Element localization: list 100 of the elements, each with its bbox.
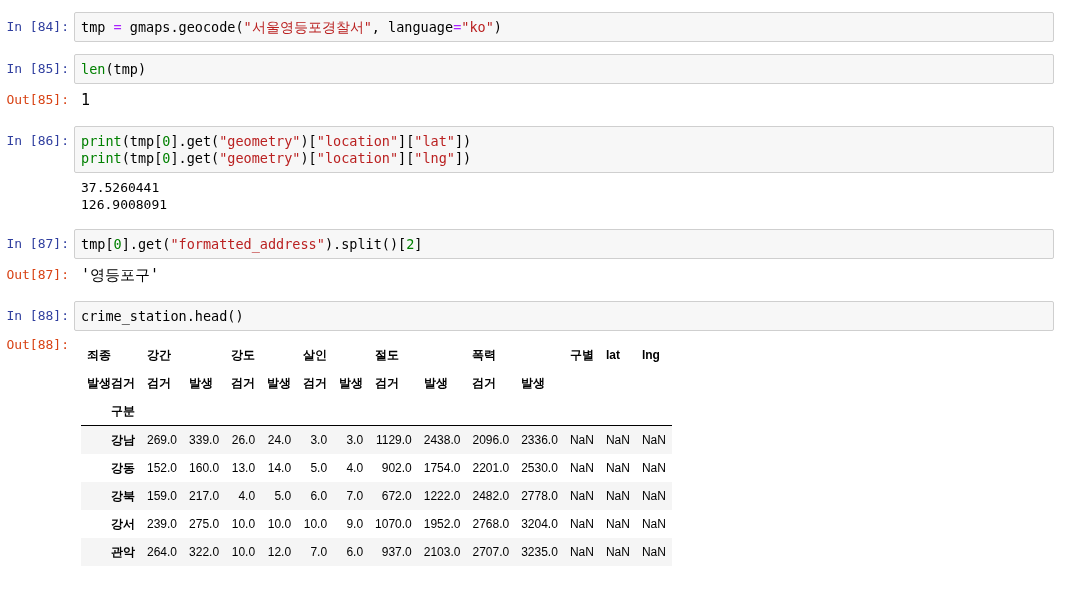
table-cell: 1754.0 bbox=[423, 461, 461, 475]
code-line: tmp = gmaps.geocode("서울영등포경찰서", language="ko") bbox=[81, 19, 502, 36]
column-header: 강도 bbox=[231, 347, 256, 362]
output-prompt: Out[88]: bbox=[6, 337, 69, 352]
table-cell: NaN bbox=[569, 517, 594, 531]
column-header: 발생 bbox=[267, 375, 292, 390]
column-header: 검거 bbox=[472, 375, 497, 390]
output-text: 37.5260441 bbox=[81, 179, 160, 196]
column-header: 강간 bbox=[147, 347, 171, 362]
table-cell: NaN bbox=[605, 517, 630, 531]
table-cell: 3204.0 bbox=[521, 517, 558, 531]
table-cell: 2768.0 bbox=[472, 517, 510, 531]
column-header: 검거 bbox=[375, 375, 400, 390]
table-cell: NaN bbox=[569, 433, 594, 447]
table-cell: 12.0 bbox=[267, 545, 292, 559]
table-cell: NaN bbox=[569, 545, 594, 559]
column-header: 발생 bbox=[423, 375, 448, 390]
table-cell: NaN bbox=[641, 545, 666, 559]
table-cell: 2707.0 bbox=[472, 545, 510, 559]
code-line: crime_station.head() bbox=[81, 308, 244, 325]
table-cell: 26.0 bbox=[231, 433, 256, 447]
column-header: 발생검거 bbox=[87, 375, 135, 390]
table-cell: NaN bbox=[569, 489, 594, 503]
code-input[interactable]: crime_station.head() bbox=[74, 301, 1054, 331]
table-cell: 14.0 bbox=[267, 461, 292, 475]
input-prompt: In [87]: bbox=[6, 236, 69, 251]
table-cell: 239.0 bbox=[147, 517, 178, 531]
table-cell: NaN bbox=[641, 461, 666, 475]
table-cell: 322.0 bbox=[189, 545, 220, 559]
table-cell: NaN bbox=[605, 545, 630, 559]
table-cell: 160.0 bbox=[189, 461, 220, 475]
table-cell: 2336.0 bbox=[521, 433, 558, 447]
table-cell: 902.0 bbox=[381, 461, 412, 475]
table-cell: 275.0 bbox=[189, 517, 220, 531]
table-cell: 2438.0 bbox=[423, 433, 461, 447]
table-cell: 1952.0 bbox=[423, 517, 461, 531]
code-input[interactable]: tmp = gmaps.geocode("서울영등포경찰서", language="ko") bbox=[74, 12, 1054, 42]
column-header: 발생 bbox=[521, 375, 546, 390]
table-cell: 269.0 bbox=[147, 433, 178, 447]
row-label: 관악 bbox=[111, 544, 135, 559]
table-cell: 7.0 bbox=[346, 489, 364, 503]
table-cell: 7.0 bbox=[310, 545, 328, 559]
table-cell: NaN bbox=[605, 461, 630, 475]
table-cell: 2103.0 bbox=[423, 545, 461, 559]
table-cell: 10.0 bbox=[231, 545, 256, 559]
table-cell: 9.0 bbox=[346, 517, 364, 531]
code-input[interactable]: len(tmp) bbox=[74, 54, 1054, 84]
table-cell: 217.0 bbox=[189, 489, 220, 503]
input-prompt: In [86]: bbox=[6, 133, 69, 148]
row-label: 강북 bbox=[111, 488, 135, 503]
table-cell: 6.0 bbox=[310, 489, 328, 503]
table-cell: 10.0 bbox=[303, 517, 328, 531]
row-label: 강서 bbox=[111, 516, 135, 531]
column-header: 발생 bbox=[339, 375, 364, 390]
table-cell: 3235.0 bbox=[521, 545, 558, 559]
input-prompt: In [85]: bbox=[6, 61, 69, 76]
output-text: '영등포구' bbox=[81, 265, 160, 285]
table-cell: NaN bbox=[641, 433, 666, 447]
table-cell: 4.0 bbox=[346, 461, 364, 475]
table-cell: 937.0 bbox=[381, 545, 412, 559]
output-prompt: Out[85]: bbox=[6, 92, 69, 107]
table-cell: NaN bbox=[569, 461, 594, 475]
table-cell: 2530.0 bbox=[521, 461, 558, 475]
code-input[interactable]: tmp[0].get("formatted_address").split()[2] bbox=[74, 229, 1054, 259]
code-line: len(tmp) bbox=[81, 61, 147, 78]
table-cell: 1222.0 bbox=[423, 489, 461, 503]
table-cell: 159.0 bbox=[147, 489, 178, 503]
table-cell: 6.0 bbox=[346, 545, 364, 559]
table-cell: 5.0 bbox=[274, 489, 292, 503]
table-cell: 5.0 bbox=[310, 461, 328, 475]
column-header: 검거 bbox=[303, 375, 328, 390]
table-cell: 13.0 bbox=[231, 461, 256, 475]
table-cell: 4.0 bbox=[238, 489, 256, 503]
column-header: 검거 bbox=[231, 375, 256, 390]
column-header: lng bbox=[641, 348, 660, 362]
table-cell: NaN bbox=[605, 433, 630, 447]
column-header: 살인 bbox=[303, 347, 328, 362]
table-cell: 10.0 bbox=[231, 517, 256, 531]
column-header: 검거 bbox=[147, 375, 171, 390]
table-cell: 2096.0 bbox=[472, 433, 510, 447]
column-header: 발생 bbox=[189, 375, 214, 390]
code-line: print(tmp[0].get("geometry")["location"]["lng"]) bbox=[81, 150, 472, 167]
table-cell: NaN bbox=[641, 517, 666, 531]
output-text: 1 bbox=[81, 90, 91, 110]
column-header: 죄종 bbox=[87, 347, 111, 362]
input-prompt: In [88]: bbox=[6, 308, 69, 323]
table-cell: 3.0 bbox=[346, 433, 364, 447]
output-text: 126.9008091 bbox=[81, 196, 168, 213]
table-cell: 2778.0 bbox=[521, 489, 558, 503]
code-line: print(tmp[0].get("geometry")["location"]["lat"]) bbox=[81, 133, 472, 150]
table-cell: 2482.0 bbox=[472, 489, 510, 503]
table-cell: 3.0 bbox=[310, 433, 328, 447]
table-cell: 264.0 bbox=[147, 545, 178, 559]
table-cell: 672.0 bbox=[381, 489, 412, 503]
code-input[interactable]: print(tmp[0].get("geometry")["location"]["lat"]) print(tmp[0].get("geometry")["location"]["lng"]) bbox=[74, 126, 1054, 173]
output-prompt: Out[87]: bbox=[6, 267, 69, 282]
code-line: tmp[0].get("formatted_address").split()[2] bbox=[81, 236, 423, 253]
row-label: 강동 bbox=[111, 460, 135, 475]
table-cell: 2201.0 bbox=[472, 461, 510, 475]
row-label: 강남 bbox=[111, 432, 135, 447]
